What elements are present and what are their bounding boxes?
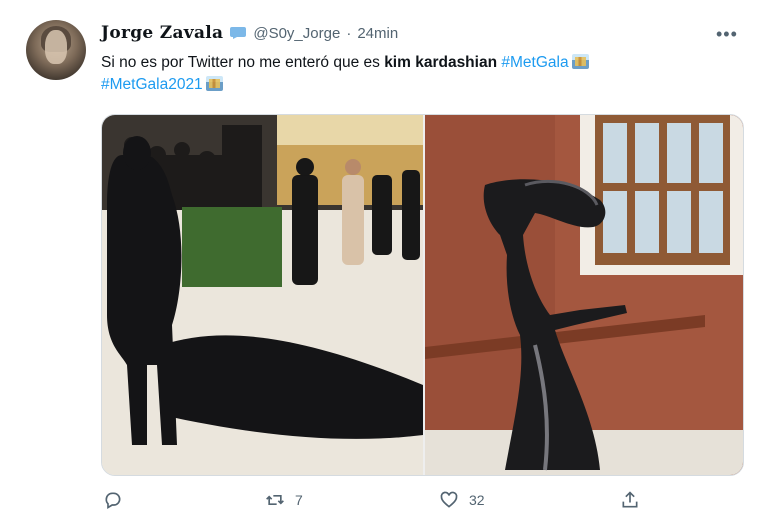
hashtag-metgala2021[interactable]: #MetGala2021: [101, 76, 203, 93]
share-icon: [622, 491, 638, 508]
reply-icon: [105, 492, 121, 509]
museum-emoji-icon: [571, 54, 589, 69]
hashtag-metgala[interactable]: #MetGala: [501, 54, 568, 71]
heart-icon: [440, 491, 458, 508]
reply-button[interactable]: [103, 490, 133, 510]
like-button[interactable]: 32: [439, 490, 485, 510]
tweet-text-bold: kim kardashian: [384, 54, 498, 71]
more-options-button[interactable]: •••: [716, 24, 738, 45]
author-handle[interactable]: @S0y_Jorge: [253, 25, 340, 42]
separator-dot: ·: [346, 24, 352, 42]
retweet-count: 7: [295, 492, 303, 508]
share-button[interactable]: [620, 490, 650, 510]
avatar[interactable]: [26, 20, 86, 80]
author-display-name[interactable]: Jorge Zavala: [101, 23, 223, 43]
tweet-actions: 7 32: [0, 490, 768, 518]
museum-emoji-icon: [205, 76, 223, 91]
tweet-header: Jorge Zavala @S0y_Jorge · 24min: [101, 22, 398, 44]
retweet-button[interactable]: 7: [265, 490, 303, 510]
alien-costume-photo[interactable]: [425, 115, 743, 475]
retweet-icon: [266, 495, 284, 505]
kim-kardashian-black-outfit-photo[interactable]: [102, 115, 423, 475]
like-count: 32: [469, 492, 485, 508]
photo-illustration: [102, 115, 423, 475]
photo-illustration: [425, 115, 743, 475]
tweet-text: Si no es por Twitter no me enteró que es…: [101, 52, 741, 96]
tweet-timestamp[interactable]: 24min: [357, 25, 398, 42]
tweet-text-part: Si no es por Twitter no me enteró que es: [101, 54, 385, 71]
tweet-card[interactable]: Jorge Zavala @S0y_Jorge · 24min ••• Si n…: [0, 0, 768, 529]
avatar-face: [45, 30, 67, 64]
tweet-media: [101, 114, 744, 476]
speech-bubble-badge-icon: [230, 27, 247, 39]
